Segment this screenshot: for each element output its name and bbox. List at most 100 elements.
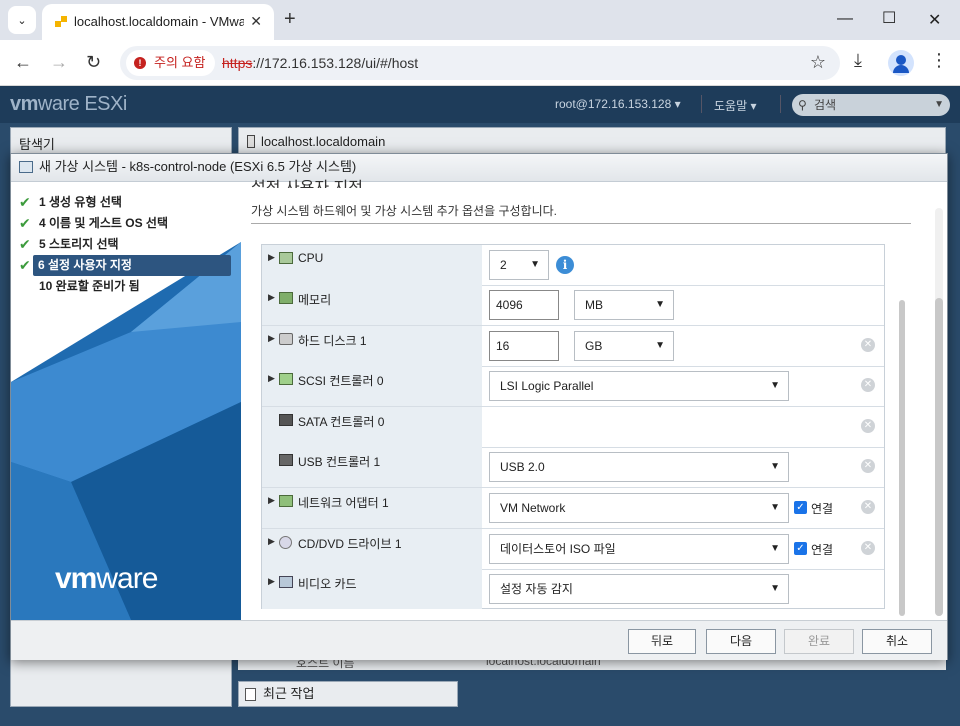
tab-search-button[interactable]: ⌄	[8, 6, 36, 34]
finish-button[interactable]: 완료	[784, 629, 854, 654]
disk-size-input[interactable]: 16	[489, 331, 559, 361]
memory-size-input[interactable]: 4096	[489, 290, 559, 320]
hw-row-memory: ▶ 메모리 4096 MB ▼	[262, 285, 884, 326]
expand-caret-icon[interactable]: ▶	[268, 536, 275, 547]
wizard-steps-panel: ✔ 1 생성 유형 선택 ✔ 4 이름 및 게스트 OS 선택 ✔ 5 스토리지 선택…	[11, 182, 241, 620]
browser-tab[interactable]: localhost.localdomain - VMware ESXi ✕	[42, 4, 274, 40]
hw-row-cdrom: ▶ CD/DVD 드라이브 1 데이터스토어 ISO 파일 ▼ ✓ 연결 ✕	[262, 529, 884, 570]
scsi-controller-icon	[279, 373, 293, 385]
cancel-button[interactable]: 취소	[862, 629, 932, 654]
wizard-step-10[interactable]: 10 완료할 준비가 됨	[17, 276, 231, 297]
remove-device-icon[interactable]: ✕	[861, 541, 875, 555]
close-tab-icon[interactable]: ✕	[250, 13, 262, 30]
cd-connect-checkbox[interactable]: ✓	[794, 542, 807, 555]
security-chip-label: 주의 요함	[154, 55, 206, 70]
minimize-icon[interactable]: —	[837, 10, 853, 28]
next-button[interactable]: 다음	[706, 629, 776, 654]
hw-row-cpu: ▶ CPU 2 ▼ i	[262, 245, 884, 286]
esxi-search-input[interactable]: ⚲ 검색 ▼	[792, 94, 950, 116]
remove-device-icon[interactable]: ✕	[861, 459, 875, 473]
url-text[interactable]: https://172.16.153.128/ui/#/host	[222, 55, 418, 71]
chevron-down-icon: ▼	[934, 99, 944, 110]
wizard-step-list: ✔ 1 생성 유형 선택 ✔ 4 이름 및 게스트 OS 선택 ✔ 5 스토리지 선택…	[17, 192, 231, 297]
forward-arrow-icon[interactable]: →	[50, 52, 68, 72]
cd-media-select[interactable]: 데이터스토어 ISO 파일 ▼	[489, 534, 789, 564]
hw-label: 메모리	[298, 293, 332, 307]
profile-avatar-icon[interactable]	[888, 50, 914, 76]
recent-tasks-tab[interactable]: 최근 작업	[238, 681, 458, 707]
checkmark-icon: ✔	[19, 236, 31, 252]
host-icon	[247, 135, 255, 148]
kebab-menu-icon[interactable]: ⋮	[930, 50, 948, 71]
remove-device-icon[interactable]: ✕	[861, 500, 875, 514]
expand-caret-icon[interactable]: ▶	[268, 495, 275, 506]
new-tab-icon[interactable]: +	[284, 8, 296, 30]
back-button[interactable]: 뒤로	[628, 629, 696, 654]
expand-caret-icon[interactable]: ▶	[268, 333, 275, 344]
user-menu[interactable]: root@172.16.153.128 ▾	[555, 97, 681, 111]
scsi-type-select[interactable]: LSI Logic Parallel ▼	[489, 371, 789, 401]
remove-device-icon[interactable]: ✕	[861, 338, 875, 352]
hw-row-network: ▶ 네트워크 어댑터 1 VM Network ▼ ✓ 연결 ✕	[262, 488, 884, 529]
network-adapter-icon	[279, 495, 293, 507]
nic-connect-checkbox[interactable]: ✓	[794, 501, 807, 514]
cd-dvd-icon	[279, 536, 292, 549]
navigator-title: 탐색기	[19, 137, 55, 152]
disk-unit-select[interactable]: GB ▼	[574, 331, 674, 361]
expand-caret-icon[interactable]: ▶	[268, 252, 275, 263]
dropdown-arrow-icon: ▼	[655, 299, 665, 310]
wizard-step-6[interactable]: 6 설정 사용자 지정	[33, 255, 231, 276]
content-scrollbar[interactable]	[935, 208, 943, 616]
remove-device-icon[interactable]: ✕	[861, 378, 875, 392]
expand-caret-icon[interactable]: ▶	[268, 576, 275, 587]
recent-tasks-label: 최근 작업	[263, 686, 315, 701]
network-select[interactable]: VM Network ▼	[489, 493, 789, 523]
video-settings-select[interactable]: 설정 자동 감지 ▼	[489, 574, 789, 604]
vmware-logo: vmware	[55, 562, 158, 595]
expand-caret-icon[interactable]: ▶	[268, 373, 275, 384]
hw-row-sata: SATA 컨트롤러 0 ✕	[262, 407, 884, 448]
hw-label: CD/DVD 드라이브 1	[298, 537, 402, 551]
usb-controller-icon	[279, 454, 293, 466]
remove-device-icon[interactable]: ✕	[861, 419, 875, 433]
address-bar[interactable]: ! 주의 요함 https://172.16.153.128/ui/#/host…	[120, 46, 840, 80]
wizard-step-6-row: ✔ 6 설정 사용자 지정	[17, 255, 231, 276]
wizard-content: 설정 사용자 지정 가상 시스템 하드웨어 및 가상 시스템 추가 옵션을 구성…	[241, 180, 947, 620]
maximize-icon[interactable]: ☐	[882, 8, 896, 28]
checkmark-icon: ✔	[19, 215, 31, 231]
dropdown-arrow-icon: ▼	[530, 259, 540, 270]
hw-row-scsi: ▶ SCSI 컨트롤러 0 LSI Logic Parallel ▼ ✕	[262, 366, 884, 407]
hw-label: SATA 컨트롤러 0	[298, 415, 385, 429]
dropdown-arrow-icon: ▼	[770, 583, 780, 594]
search-placeholder: 검색	[814, 98, 837, 112]
help-menu[interactable]: 도움말 ▾	[714, 97, 756, 114]
hw-label: CPU	[298, 251, 324, 265]
wizard-step-5[interactable]: ✔ 5 스토리지 선택	[17, 234, 231, 255]
wizard-step-4[interactable]: ✔ 4 이름 및 게스트 OS 선택	[17, 213, 231, 234]
memory-unit-select[interactable]: MB ▼	[574, 290, 674, 320]
header-divider	[780, 95, 781, 113]
download-icon[interactable]: ⤓	[854, 50, 862, 71]
usb-type-select[interactable]: USB 2.0 ▼	[489, 452, 789, 482]
hw-label: 비디오 카드	[298, 577, 357, 591]
dialog-title: 새 가상 시스템 - k8s-control-node (ESXi 6.5 가상…	[39, 159, 357, 174]
cpu-count-select[interactable]: 2 ▼	[489, 250, 549, 280]
hw-label: 네트워크 어댑터 1	[298, 496, 389, 510]
security-warning-chip[interactable]: ! 주의 요함	[126, 50, 216, 76]
hw-row-video: ▶ 비디오 카드 설정 자동 감지 ▼	[262, 569, 884, 610]
esxi-header: vmware ESXi root@172.16.153.128 ▾ 도움말 ▾ …	[0, 87, 960, 123]
scrollbar-thumb[interactable]	[935, 298, 943, 616]
back-arrow-icon[interactable]: ←	[14, 52, 32, 72]
reload-icon[interactable]: ↻	[86, 52, 101, 72]
cd-connect-label: 연결	[811, 543, 834, 557]
hw-row-hard-disk: ▶ 하드 디스크 1 16 GB ▼ ✕	[262, 326, 884, 367]
hw-label: SCSI 컨트롤러 0	[298, 374, 384, 388]
wizard-step-1[interactable]: ✔ 1 생성 유형 선택	[17, 192, 231, 213]
memory-icon	[279, 292, 293, 304]
window-close-icon[interactable]: ✕	[928, 10, 941, 30]
bookmark-star-icon[interactable]: ☆	[810, 52, 826, 73]
expand-caret-icon[interactable]: ▶	[268, 292, 275, 303]
inner-scrollbar[interactable]	[899, 300, 905, 616]
cpu-icon	[279, 252, 293, 264]
info-icon[interactable]: i	[556, 256, 574, 274]
